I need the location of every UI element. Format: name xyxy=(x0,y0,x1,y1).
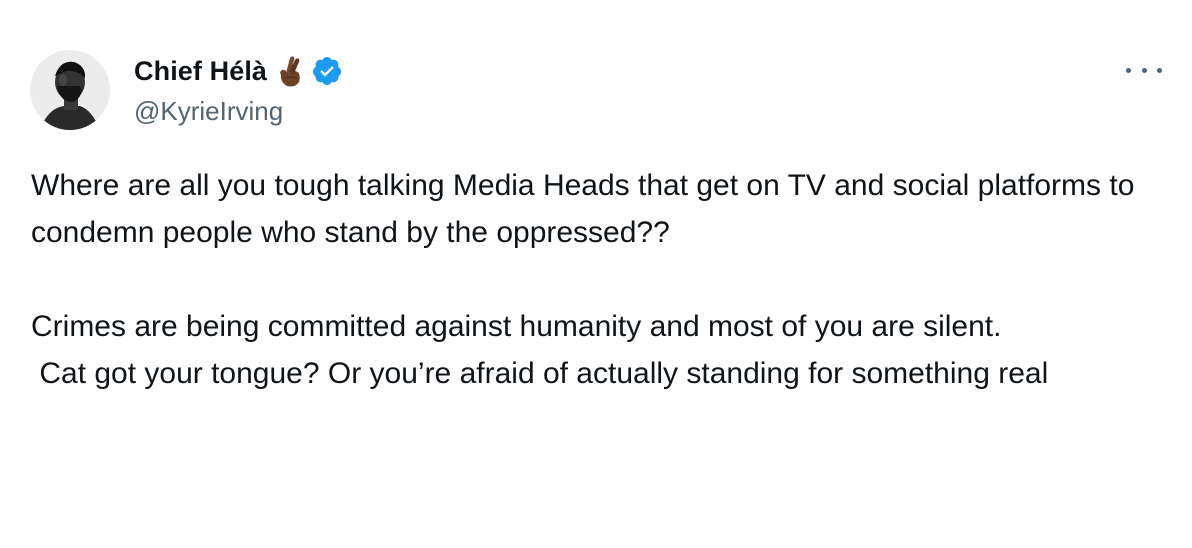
tweet-text: Where are all you tough talking Media He… xyxy=(31,162,1161,397)
verified-badge-icon xyxy=(311,55,343,87)
name-row: Chief Hélà xyxy=(134,52,343,90)
display-name[interactable]: Chief Hélà xyxy=(134,56,267,87)
more-horizontal-icon-dot xyxy=(1141,67,1147,73)
author-header: Chief Hélà @KyrieIrving xyxy=(134,52,343,128)
tweet-paragraph: Where are all you tough talking Media He… xyxy=(31,169,1143,249)
crossed-fingers-emoji-icon xyxy=(277,54,303,88)
avatar-image xyxy=(30,50,110,130)
avatar[interactable] xyxy=(30,50,110,130)
user-handle[interactable]: @KyrieIrving xyxy=(134,94,343,128)
more-horizontal-icon-dot xyxy=(1157,67,1162,73)
more-horizontal-icon xyxy=(1126,67,1131,73)
tweet-card: Chief Hélà @KyrieIrving Where are all yo… xyxy=(0,0,1192,548)
tweet-paragraph: Crimes are being committed against human… xyxy=(31,310,1002,343)
more-options-button[interactable] xyxy=(1126,58,1162,82)
tweet-paragraph: Cat got your tongue? Or you’re afraid of… xyxy=(31,357,1049,390)
